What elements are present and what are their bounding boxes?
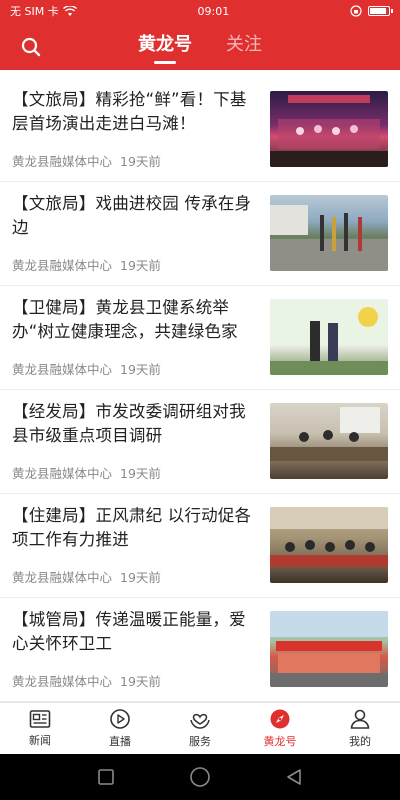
item-time: 19天前	[120, 674, 161, 689]
search-button[interactable]	[18, 34, 44, 60]
item-title: 【经发局】市发改委调研组对我县市级重点项目调研	[12, 402, 246, 445]
wifi-icon	[62, 5, 77, 16]
play-circle-icon	[110, 709, 130, 729]
item-meta: 黄龙县融媒体中心 19天前	[12, 567, 260, 594]
tabbar-item-mine[interactable]: 我的	[320, 703, 400, 754]
item-source: 黄龙县融媒体中心	[12, 570, 113, 585]
item-text: 【住建局】正风肃纪 以行动促各项工作有力推进 黄龙县融媒体中心 19天前	[12, 504, 270, 594]
tabbar-item-huanglonghao[interactable]: 黄龙号	[240, 703, 320, 754]
health-event-photo[interactable]	[270, 299, 388, 375]
item-text: 【文旅局】戏曲进校园 传承在身边 黄龙县融媒体中心 19天前	[12, 192, 270, 282]
clock: 09:01	[197, 4, 230, 18]
item-title: 【文旅局】精彩抢“鲜”看！下基层首场演出走进白马滩！	[12, 90, 247, 133]
list-item[interactable]: 【卫健局】黄龙县卫健系统举办“树立健康理念，共建绿色家园”文… 黄龙县融媒体中心…	[0, 286, 400, 390]
item-title: 【住建局】正风肃纪 以行动促各项工作有力推进	[12, 506, 252, 549]
school-scene-graphic	[270, 205, 388, 271]
item-text: 【文旅局】精彩抢“鲜”看！下基层首场演出走进白马滩！ 黄龙县融媒体中心 19天前	[12, 88, 270, 178]
item-meta: 黄龙县融媒体中心 19天前	[12, 359, 260, 386]
item-time: 19天前	[120, 154, 161, 169]
item-source: 黄龙县融媒体中心	[12, 154, 113, 169]
item-time: 19天前	[120, 466, 161, 481]
group-banner-photo[interactable]	[270, 611, 388, 687]
item-text: 【经发局】市发改委调研组对我县市级重点项目调研 黄龙县融媒体中心 19天前	[12, 400, 270, 490]
item-time: 19天前	[120, 362, 161, 377]
item-source: 黄龙县融媒体中心	[12, 362, 113, 377]
item-source: 黄龙县融媒体中心	[12, 674, 113, 689]
item-meta: 黄龙县融媒体中心 19天前	[12, 671, 260, 698]
item-time: 19天前	[120, 258, 161, 273]
compass-icon	[270, 709, 290, 729]
news-feed[interactable]: 【文旅局】精彩抢“鲜”看！下基层首场演出走进白马滩！ 黄龙县融媒体中心 19天前 …	[0, 78, 400, 702]
conference-room-photo[interactable]	[270, 507, 388, 583]
status-right	[350, 5, 393, 17]
tabbar-label: 服务	[189, 735, 211, 748]
stage-scene-graphic	[270, 95, 388, 167]
item-title: 【卫健局】黄龙县卫健系统举办“树立健康理念，共建绿色家园”文…	[12, 298, 238, 341]
item-text: 【卫健局】黄龙县卫健系统举办“树立健康理念，共建绿色家园”文… 黄龙县融媒体中心…	[12, 296, 270, 386]
item-text: 【城管局】传递温暖正能量，爱心关怀环卫工 黄龙县融媒体中心 19天前	[12, 608, 270, 698]
system-nav-bar	[0, 754, 400, 800]
school-opera-photo[interactable]	[270, 195, 388, 271]
tabbar-label: 我的	[349, 735, 371, 748]
group-scene-graphic	[270, 611, 388, 687]
tabbar-item-service[interactable]: 服务	[160, 703, 240, 754]
back-icon[interactable]	[285, 768, 303, 786]
item-source: 黄龙县融媒体中心	[12, 258, 113, 273]
home-icon[interactable]	[189, 766, 211, 788]
item-title: 【文旅局】戏曲进校园 传承在身边	[12, 194, 252, 237]
tab-huanglonghao[interactable]: 黄龙号	[138, 30, 192, 62]
item-time: 19天前	[120, 570, 161, 585]
battery-fill	[369, 8, 386, 14]
app-header: 黄龙号 关注	[0, 22, 400, 70]
item-title: 【城管局】传递温暖正能量，爱心关怀环卫工	[12, 610, 246, 653]
search-icon	[21, 37, 41, 57]
carrier-label: 无 SIM 卡	[10, 5, 59, 18]
conference-scene-graphic	[270, 507, 388, 567]
tabbar-label: 新闻	[29, 734, 51, 747]
stage-performance-photo[interactable]	[270, 91, 388, 167]
header-tabs: 黄龙号 关注	[138, 30, 262, 62]
list-item[interactable]: 【城管局】传递温暖正能量，爱心关怀环卫工 黄龙县融媒体中心 19天前	[0, 598, 400, 702]
tabbar-label: 黄龙号	[263, 735, 297, 748]
battery-icon	[367, 6, 393, 16]
heart-hands-icon	[190, 713, 210, 729]
list-item[interactable]: 【住建局】正风肃纪 以行动促各项工作有力推进 黄龙县融媒体中心 19天前	[0, 494, 400, 598]
list-item[interactable]: 【文旅局】精彩抢“鲜”看！下基层首场演出走进白马滩！ 黄龙县融媒体中心 19天前	[0, 78, 400, 182]
tabbar-label: 直播	[109, 735, 131, 748]
tab-follow[interactable]: 关注	[226, 30, 262, 62]
item-source: 黄龙县融媒体中心	[12, 466, 113, 481]
rotation-lock-icon	[350, 5, 362, 17]
recents-icon[interactable]	[97, 768, 115, 786]
office-scene-graphic	[270, 407, 388, 461]
bottom-tabbar: 新闻 直播 服务 黄龙号 我的	[0, 702, 400, 754]
item-meta: 黄龙县融媒体中心 19天前	[12, 255, 260, 282]
item-meta: 黄龙县融媒体中心 19天前	[12, 151, 260, 178]
person-icon	[350, 709, 370, 729]
status-bar: 无 SIM 卡 09:01	[0, 0, 400, 22]
tabbar-item-live[interactable]: 直播	[80, 703, 160, 754]
office-meeting-photo[interactable]	[270, 403, 388, 479]
health-scene-graphic	[270, 299, 388, 375]
list-item[interactable]: 【经发局】市发改委调研组对我县市级重点项目调研 黄龙县融媒体中心 19天前	[0, 390, 400, 494]
newspaper-icon	[29, 710, 51, 728]
list-item[interactable]: 【文旅局】戏曲进校园 传承在身边 黄龙县融媒体中心 19天前	[0, 182, 400, 286]
status-left: 无 SIM 卡	[10, 3, 77, 19]
item-meta: 黄龙县融媒体中心 19天前	[12, 463, 260, 490]
tabbar-item-news[interactable]: 新闻	[0, 703, 80, 754]
